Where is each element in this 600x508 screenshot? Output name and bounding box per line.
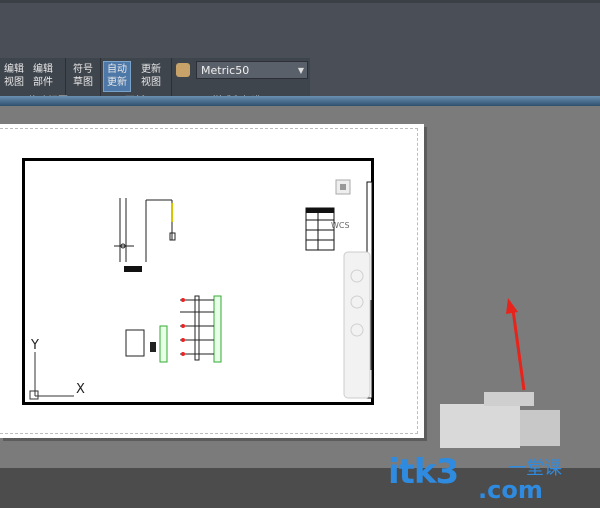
pixelated-area (520, 410, 560, 446)
ucs-icon (29, 352, 74, 400)
label-block (124, 266, 142, 272)
annotation-arrow (506, 298, 526, 391)
circuit-upper (114, 198, 176, 262)
data-table (305, 207, 335, 251)
ucs-x-label: X (76, 382, 85, 397)
watermark-logo: itk3 (388, 452, 459, 492)
watermark-domain: .com (478, 476, 543, 504)
ucs-y-label: Y (31, 338, 39, 353)
navigation-bar[interactable] (343, 251, 371, 399)
wcs-label[interactable]: WCS (331, 221, 350, 230)
circuit-lower (125, 295, 222, 363)
pixelated-area (484, 392, 534, 406)
pixelated-area (440, 404, 520, 448)
watermark-tagline: 一堂课 (508, 458, 562, 479)
view-cube[interactable] (335, 179, 351, 195)
